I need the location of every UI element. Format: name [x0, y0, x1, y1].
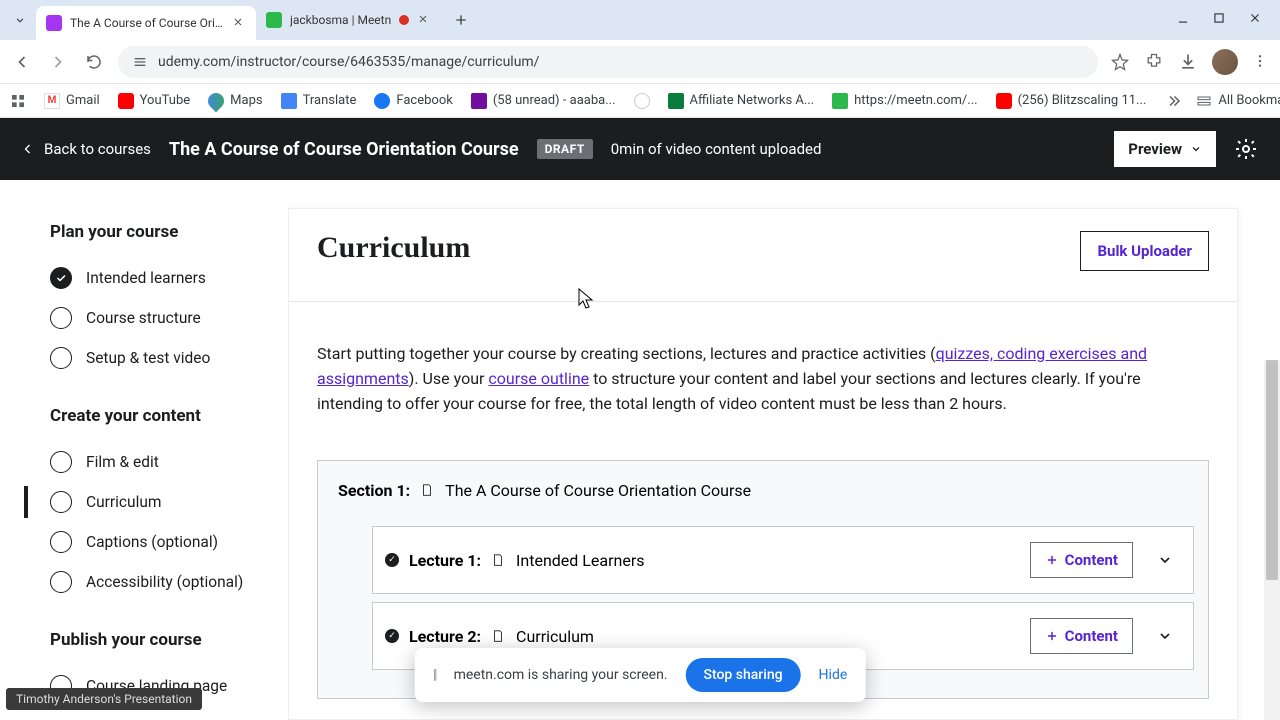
back-to-courses-link[interactable]: Back to courses: [22, 140, 151, 158]
address-bar[interactable]: udemy.com/instructor/course/6463535/mana…: [118, 46, 1098, 78]
lecture-label: Lecture 2:: [409, 627, 481, 646]
settings-gear-icon[interactable]: [1234, 137, 1258, 161]
scrollbar[interactable]: [1264, 360, 1280, 720]
intro-text: Start putting together your course by cr…: [317, 342, 1209, 416]
url-text: udemy.com/instructor/course/6463535/mana…: [158, 54, 539, 70]
bulk-uploader-button[interactable]: Bulk Uploader: [1080, 231, 1209, 271]
upload-status: 0min of video content uploaded: [611, 140, 822, 158]
back-label: Back to courses: [44, 140, 151, 158]
bookmark-meetn[interactable]: https://meetn.com/...: [832, 93, 977, 109]
browser-tab-strip: The A Course of Course Orienta jackbosma…: [0, 0, 1280, 40]
presentation-label: Timothy Anderson's Presentation: [6, 688, 202, 710]
document-icon: [491, 629, 506, 644]
add-content-button[interactable]: Content: [1030, 618, 1133, 654]
recording-icon: [399, 15, 409, 25]
back-button[interactable]: [10, 50, 34, 74]
bookmark-blitz[interactable]: (256) Blitzscaling 11...: [996, 93, 1147, 109]
extensions-icon[interactable]: [1144, 52, 1164, 72]
bookmark-affiliate[interactable]: Affiliate Networks A...: [668, 93, 815, 109]
bookmark-translate[interactable]: Translate: [281, 93, 357, 109]
section-title: The A Course of Course Orientation Cours…: [445, 481, 751, 500]
apps-icon[interactable]: [10, 93, 26, 109]
add-content-button[interactable]: Content: [1030, 542, 1133, 578]
screen-share-bar: || meetn.com is sharing your screen. Sto…: [415, 648, 866, 702]
sidebar-item-course-structure[interactable]: Course structure: [50, 298, 268, 338]
hide-link[interactable]: Hide: [819, 667, 848, 683]
section-label: Section 1:: [338, 481, 410, 500]
close-window-icon[interactable]: [1248, 11, 1266, 29]
empty-check-icon: [50, 531, 72, 553]
document-icon: [491, 553, 506, 568]
bookmark-maps[interactable]: Maps: [208, 93, 262, 109]
menu-icon[interactable]: [1252, 53, 1270, 71]
check-icon: ✓: [385, 629, 399, 643]
lecture-title: Intended Learners: [516, 551, 644, 570]
empty-check-icon: [50, 571, 72, 593]
site-settings-icon[interactable]: [132, 54, 148, 70]
sidebar-item-intended-learners[interactable]: Intended learners: [50, 258, 268, 298]
check-icon: ✓: [385, 553, 399, 567]
close-icon[interactable]: [232, 16, 246, 30]
lecture-row[interactable]: ✓ Lecture 1: Intended Learners Content: [372, 526, 1194, 594]
scrollbar-thumb[interactable]: [1266, 360, 1278, 580]
section-title-row[interactable]: Section 1: The A Course of Course Orient…: [332, 481, 1194, 518]
empty-check-icon: [50, 491, 72, 513]
bookmark-gmail[interactable]: MGmail: [44, 93, 100, 109]
minimize-icon[interactable]: [1176, 11, 1194, 29]
tab-title: The A Course of Course Orienta: [70, 16, 224, 30]
maximize-icon[interactable]: [1212, 11, 1230, 29]
draft-badge: DRAFT: [537, 139, 593, 159]
sidebar: Plan your course Intended learners Cours…: [0, 180, 288, 720]
drag-handle-icon[interactable]: ||: [433, 667, 436, 683]
browser-tab-active[interactable]: The A Course of Course Orienta: [36, 6, 256, 40]
sidebar-item-setup-test-video[interactable]: Setup & test video: [50, 338, 268, 378]
star-icon[interactable]: [1110, 52, 1130, 72]
bookmarks-overflow-icon[interactable]: [1164, 92, 1182, 110]
tab-search-dropdown[interactable]: [8, 8, 32, 32]
bookmark-youtube[interactable]: YouTube: [118, 93, 191, 109]
sidebar-item-curriculum[interactable]: Curriculum: [50, 482, 268, 522]
browser-tab-inactive[interactable]: jackbosma | Meetn: [256, 6, 441, 34]
sidebar-item-accessibility[interactable]: Accessibility (optional): [50, 562, 268, 602]
bookmarks-bar: MGmail YouTube Maps Translate Facebook (…: [0, 84, 1280, 118]
bookmark-generic[interactable]: [634, 93, 650, 109]
course-header: Back to courses The A Course of Course O…: [0, 118, 1280, 180]
empty-check-icon: [50, 347, 72, 369]
reload-button[interactable]: [82, 50, 106, 74]
lecture-title: Curriculum: [516, 627, 594, 646]
sidebar-heading-publish: Publish your course: [50, 630, 268, 650]
forward-button[interactable]: [46, 50, 70, 74]
profile-avatar[interactable]: [1212, 49, 1238, 75]
empty-check-icon: [50, 451, 72, 473]
browser-toolbar: udemy.com/instructor/course/6463535/mana…: [0, 40, 1280, 84]
lecture-label: Lecture 1:: [409, 551, 481, 570]
empty-check-icon: [50, 307, 72, 329]
sidebar-heading-plan: Plan your course: [50, 222, 268, 242]
sidebar-item-captions[interactable]: Captions (optional): [50, 522, 268, 562]
document-icon: [420, 483, 435, 498]
page-heading: Curriculum: [317, 231, 470, 265]
new-tab-button[interactable]: [447, 6, 475, 34]
sidebar-heading-create: Create your content: [50, 406, 268, 426]
sidebar-item-film-edit[interactable]: Film & edit: [50, 442, 268, 482]
udemy-favicon-icon: [46, 15, 62, 31]
check-icon: [50, 267, 72, 289]
share-text: meetn.com is sharing your screen.: [454, 667, 668, 683]
chevron-down-icon[interactable]: [1149, 617, 1181, 655]
preview-button[interactable]: Preview: [1114, 131, 1216, 167]
bookmark-mail[interactable]: (58 unread) - aaaba...: [471, 93, 616, 109]
course-outline-link[interactable]: course outline: [488, 369, 589, 388]
main-content: Curriculum Bulk Uploader Start putting t…: [288, 180, 1280, 720]
stop-sharing-button[interactable]: Stop sharing: [686, 658, 801, 692]
course-title: The A Course of Course Orientation Cours…: [169, 139, 519, 160]
chevron-down-icon[interactable]: [1149, 541, 1181, 579]
downloads-icon[interactable]: [1178, 52, 1198, 72]
tab-title: jackbosma | Meetn: [290, 13, 391, 27]
all-bookmarks-button[interactable]: All Bookmarks: [1196, 93, 1280, 109]
close-icon[interactable]: [417, 13, 431, 27]
window-controls: [1176, 11, 1266, 29]
meetn-favicon-icon: [266, 12, 282, 28]
bookmark-facebook[interactable]: Facebook: [374, 93, 452, 109]
